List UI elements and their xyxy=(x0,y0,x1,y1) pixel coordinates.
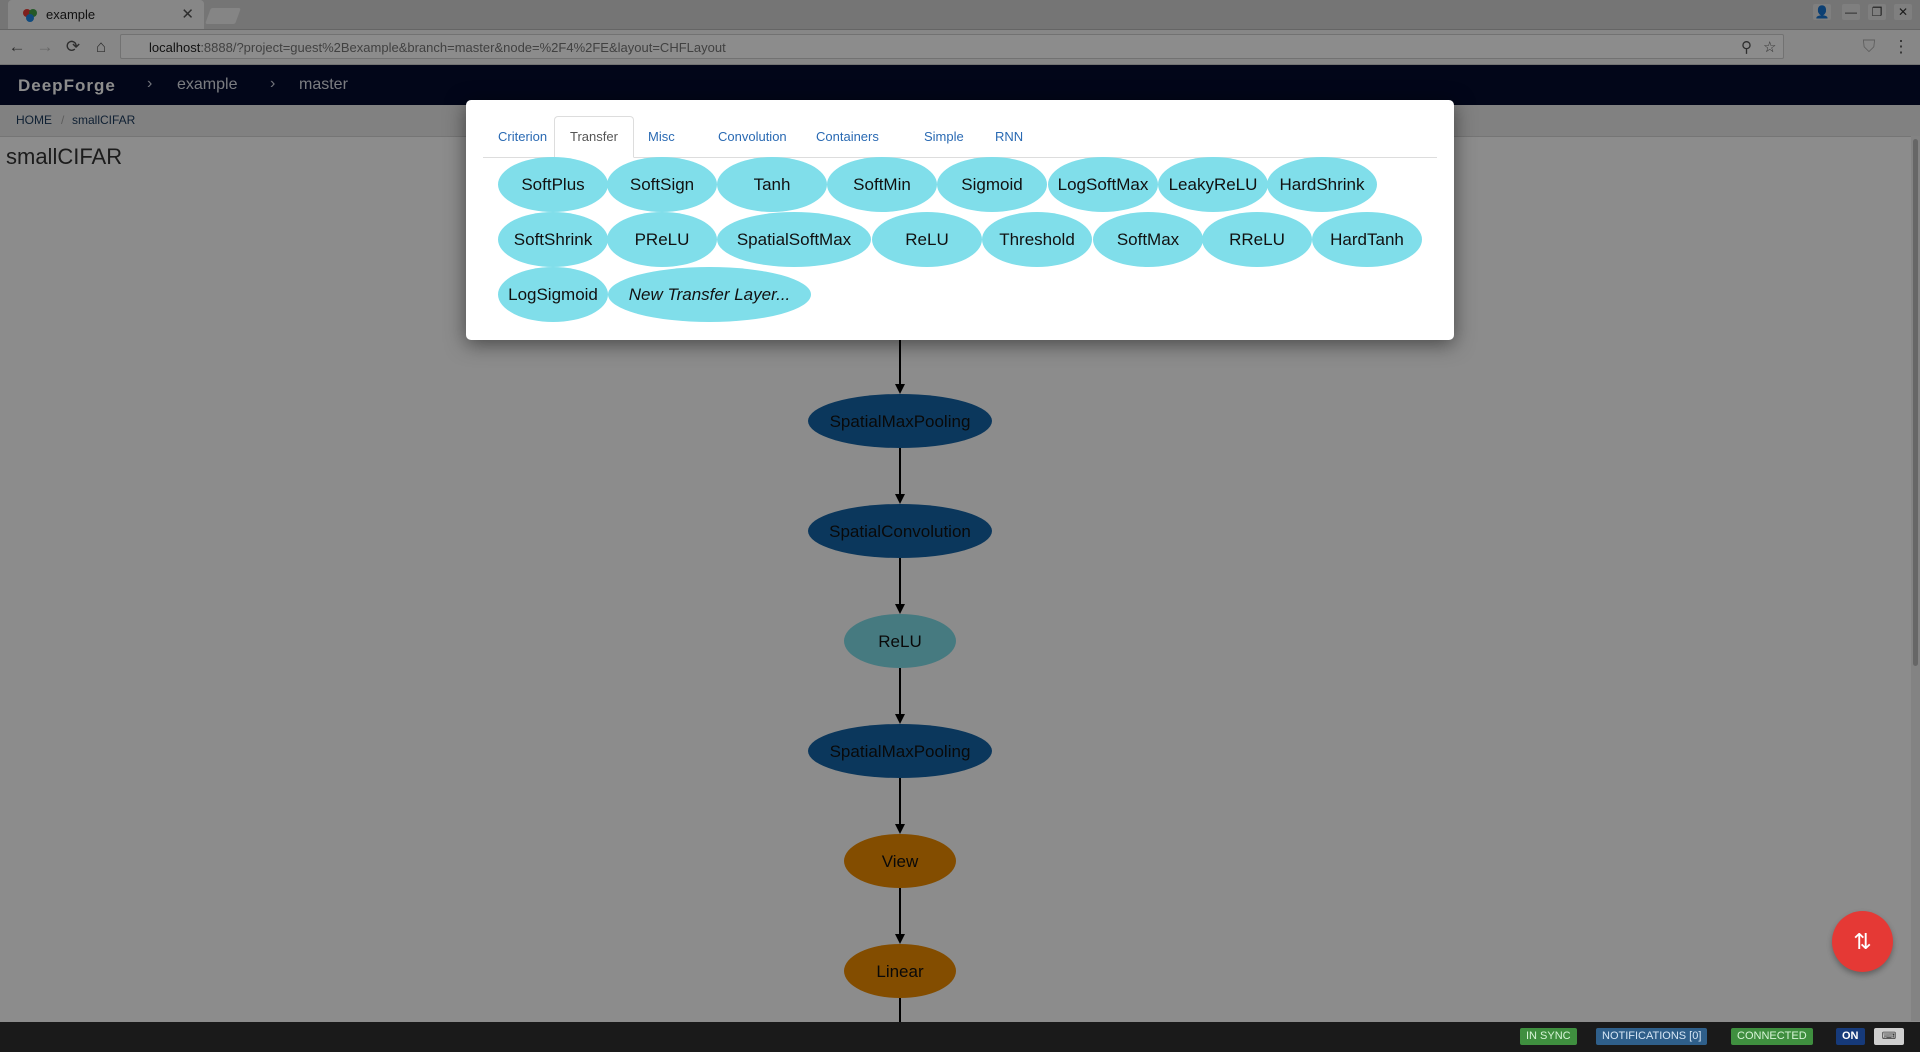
swap-vert-icon: ⇅ xyxy=(1853,929,1872,954)
layer-option-softplus[interactable]: SoftPlus xyxy=(498,157,608,212)
layer-option-hardtanh[interactable]: HardTanh xyxy=(1312,212,1422,267)
layer-option-sigmoid[interactable]: Sigmoid xyxy=(937,157,1047,212)
connection-status-badge[interactable]: CONNECTED xyxy=(1731,1028,1813,1045)
layer-option-threshold[interactable]: Threshold xyxy=(982,212,1092,267)
layer-category-tabs: Criterion Transfer Misc Convolution Containe… xyxy=(483,116,1437,158)
tab-containers[interactable]: Containers xyxy=(801,116,894,157)
layer-option-spatialsoftmax[interactable]: SpatialSoftMax xyxy=(717,212,871,267)
floating-action-button[interactable]: ⇅ xyxy=(1832,911,1893,972)
new-transfer-layer-button[interactable]: New Transfer Layer... xyxy=(608,267,811,322)
tab-misc[interactable]: Misc xyxy=(633,116,690,157)
layer-option-relu[interactable]: ReLU xyxy=(872,212,982,267)
layer-selector-dialog: Criterion Transfer Misc Convolution Containe… xyxy=(466,100,1454,340)
tab-rnn[interactable]: RNN xyxy=(980,116,1038,157)
layer-option-hardshrink[interactable]: HardShrink xyxy=(1267,157,1377,212)
tab-convolution[interactable]: Convolution xyxy=(703,116,802,157)
sync-status-badge[interactable]: IN SYNC xyxy=(1520,1028,1577,1045)
layer-option-leakyrelu[interactable]: LeakyReLU xyxy=(1158,157,1268,212)
keyboard-toggle[interactable]: ON xyxy=(1836,1028,1865,1045)
notifications-badge[interactable]: NOTIFICATIONS [0] xyxy=(1596,1028,1708,1045)
layer-option-prelu[interactable]: PReLU xyxy=(607,212,717,267)
tab-simple[interactable]: Simple xyxy=(909,116,979,157)
layer-option-logsigmoid[interactable]: LogSigmoid xyxy=(498,267,608,322)
tab-transfer[interactable]: Transfer xyxy=(554,116,634,158)
tab-criterion[interactable]: Criterion xyxy=(483,116,562,157)
layer-option-logsoftmax[interactable]: LogSoftMax xyxy=(1048,157,1158,212)
layer-option-softsign[interactable]: SoftSign xyxy=(607,157,717,212)
status-bar: IN SYNC NOTIFICATIONS [0] CONNECTED ON ⌨ xyxy=(0,1022,1920,1052)
layer-option-softmax[interactable]: SoftMax xyxy=(1093,212,1203,267)
layer-option-softmin[interactable]: SoftMin xyxy=(827,157,937,212)
layer-option-tanh[interactable]: Tanh xyxy=(717,157,827,212)
layer-option-softshrink[interactable]: SoftShrink xyxy=(498,212,608,267)
layer-option-rrelu[interactable]: RReLU xyxy=(1202,212,1312,267)
keyboard-icon[interactable]: ⌨ xyxy=(1874,1028,1904,1045)
